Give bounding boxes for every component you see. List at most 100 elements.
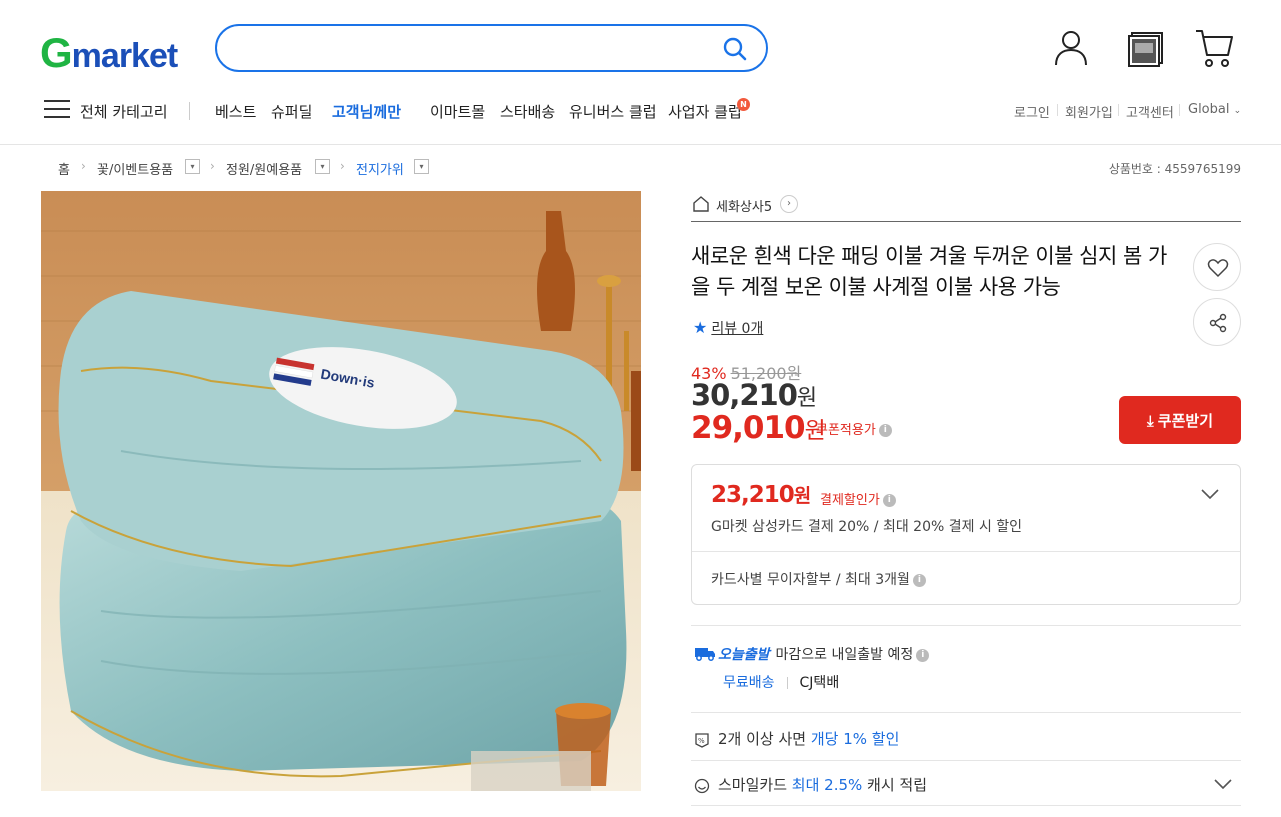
smile-card-cashback[interactable]: 스마일카드 최대 2.5% 캐시 적립 [694,774,927,795]
sale-price-unit: 원 [796,386,817,411]
chevron-down-icon: ⌄ [1233,106,1242,116]
review-link[interactable]: 리뷰 0개 [711,321,763,337]
payment-price-label: 결제할인가 i [820,489,896,508]
shipping-info: 오늘출발 마감으로 내일출발 예정 i [694,644,930,664]
title-divider [691,221,1241,222]
get-coupon-label: 쿠폰받기 [1157,412,1213,430]
nav-divider [189,102,190,120]
all-categories-link[interactable]: 전체 카테고리 [80,101,168,122]
free-shipping: 무료배송 [723,675,775,691]
smile-card-suffix: 캐시 적립 [862,776,928,794]
coupon-price-label-text: 쿠폰적용가 [816,423,876,438]
customer-center-link[interactable]: 고객센터 [1126,102,1174,121]
chevron-down-icon[interactable]: ▾ [414,159,429,174]
smile-card-highlight: 최대 2.5% [791,776,863,794]
review-summary: ★ 리뷰 0개 [693,318,763,338]
signup-link[interactable]: 회원가입 [1065,102,1113,121]
share-icon [1209,313,1227,333]
product-image[interactable]: Down·is [41,191,641,791]
nav-emart[interactable]: 이마트몰 [430,101,485,122]
product-title: 새로운 흰색 다운 패딩 이불 겨울 두꺼운 이불 심지 봄 가을 두 계절 보… [691,244,1167,299]
search-icon[interactable] [722,36,748,62]
nav-best[interactable]: 베스트 [215,101,256,122]
carrier-name: CJ택배 [799,675,840,691]
get-coupon-button[interactable]: ⤓ 쿠폰받기 [1119,396,1241,444]
chevron-down-icon[interactable]: ▾ [185,159,200,174]
coupon-price-label: 쿠폰적용가 i [816,419,892,438]
login-link[interactable]: 로그인 [1014,102,1050,121]
chevron-down-icon[interactable]: ▾ [315,159,330,174]
payment-price-unit: 원 [793,485,812,507]
breadcrumb-category-2[interactable]: 정원/원예용품 [226,159,302,178]
download-icon: ⤓ [1146,412,1154,430]
product-number: 상품번호 : 4559765199 [1108,162,1241,176]
smile-card-text: 스마일카드 [718,776,792,794]
multi-buy-discount: % 2개 이상 사면 개당 1% 할인 [694,728,899,749]
menu-icon[interactable] [44,100,70,120]
payment-price-label-text: 결제할인가 [820,493,880,508]
recent-item-icon[interactable] [1126,27,1166,69]
info-icon[interactable]: i [878,424,892,437]
user-icon[interactable] [1051,27,1091,69]
logo-text: market [71,37,179,75]
chevron-down-icon[interactable] [1213,777,1233,791]
delivery-info: 무료배송 CJ택배 [723,672,839,692]
payment-price-value: 23,210 [711,482,795,508]
section-divider [691,805,1241,806]
share-button[interactable] [1193,298,1241,346]
info-icon[interactable]: i [912,573,926,587]
chevron-right-icon: › [210,159,215,173]
section-divider [691,625,1241,626]
chevron-right-icon: › [780,195,798,213]
nav-universe-club[interactable]: 유니버스 클럽 [569,101,657,122]
section-divider [691,712,1241,713]
sale-price-value: 30,210 [691,378,798,412]
wishlist-button[interactable] [1193,243,1241,291]
seller-name: 세화상사5 [716,200,773,215]
shipping-description: 마감으로 내일출발 예정 [775,647,914,663]
nav-superdeal[interactable]: 슈퍼딜 [271,101,312,122]
installment-info: 카드사별 무이자할부 / 최대 3개월 i [711,569,926,589]
svg-text:%: % [698,737,705,745]
chevron-down-icon[interactable] [1200,487,1220,501]
multi-buy-text: 2개 이상 사면 [718,730,811,748]
breadcrumb-home[interactable]: 홈 [58,159,70,178]
breadcrumb-category-3[interactable]: 전지가위 [356,159,404,178]
multi-buy-highlight: 개당 1% 할인 [810,730,900,748]
util-divider [1118,104,1119,116]
info-icon[interactable]: i [882,494,896,507]
smile-icon [694,778,710,793]
info-icon[interactable]: i [916,648,930,662]
today-ship-badge: 오늘출발 [718,647,770,663]
gmarket-logo[interactable]: Gmarket [40,29,179,77]
star-icon: ★ [693,318,708,337]
cart-icon[interactable] [1194,27,1234,69]
nav-business-club[interactable]: 사업자 클럽 [668,101,742,122]
installment-text: 카드사별 무이자할부 / 최대 3개월 [711,572,910,588]
new-badge: N [737,98,750,111]
util-divider [1179,104,1180,116]
search-input[interactable] [237,36,707,60]
global-link[interactable]: Global ⌄ [1188,102,1241,117]
nav-for-you[interactable]: 고객님께만 [332,101,401,122]
coupon-price-value: 29,010 [691,410,806,446]
comforter-illustration: Down·is [41,191,641,791]
search-bar[interactable] [215,24,768,72]
box-divider [692,551,1240,552]
sale-price: 30,210원 [691,378,817,412]
truck-icon [695,648,715,661]
global-label: Global [1188,102,1230,117]
logo-g: G [40,29,73,76]
util-divider [1057,104,1058,116]
coupon-price: 29,010원 [691,410,826,446]
header-divider [0,144,1281,145]
chevron-right-icon: › [340,159,345,173]
delivery-divider [786,677,788,689]
payment-price: 23,210원 [711,481,812,508]
breadcrumb-category-1[interactable]: 꽃/이벤트용품 [97,159,173,178]
home-icon [693,196,709,212]
nav-star-delivery[interactable]: 스타배송 [500,101,555,122]
payment-description: G마켓 삼성카드 결제 20% / 최대 20% 결제 시 할인 [711,519,1023,535]
discount-tag-icon: % [695,732,709,748]
heart-icon [1207,259,1229,278]
